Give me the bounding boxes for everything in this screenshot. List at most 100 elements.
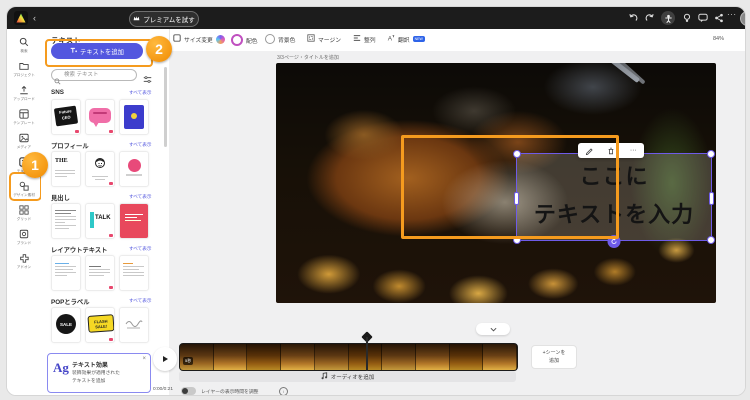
template-card[interactable]: [119, 307, 149, 343]
timeline-frame[interactable]: [247, 344, 282, 370]
promo-close-icon[interactable]: ×: [142, 356, 146, 362]
template-card[interactable]: [119, 151, 149, 187]
timeline-frame[interactable]: [281, 344, 315, 370]
translate-button[interactable]: A 翻訳 NEW: [387, 34, 425, 44]
headline-card-row: TALK: [51, 203, 149, 239]
align-icon: [353, 34, 361, 44]
template-card[interactable]: FLASH SALE!: [85, 307, 115, 343]
rail-item-upload[interactable]: アップロード: [7, 81, 41, 105]
timeline-frame[interactable]: [382, 344, 416, 370]
template-card[interactable]: [119, 255, 149, 291]
timeline-frame[interactable]: [213, 344, 248, 370]
timeline-filmstrip[interactable]: [179, 343, 518, 371]
timeline-frame[interactable]: [483, 344, 517, 370]
template-card[interactable]: [85, 151, 115, 187]
template-card[interactable]: SALE: [51, 307, 81, 343]
upload-icon: [19, 85, 29, 95]
template-card[interactable]: [51, 203, 81, 239]
premium-button[interactable]: プレミアムを試す: [129, 11, 199, 27]
resize-label: サイズ変更: [184, 37, 213, 44]
color-scheme-label: 配色: [246, 38, 258, 45]
sns-show-all-link[interactable]: すべて表示: [129, 90, 151, 96]
more-options-icon[interactable]: ···: [727, 10, 737, 19]
left-rail: 検索 プロジェクト アップロード テンプレート メディア Tテキスト デザイン素…: [7, 29, 42, 395]
template-card[interactable]: [51, 255, 81, 291]
template-card[interactable]: [119, 203, 149, 239]
timeline-frame[interactable]: [449, 344, 484, 370]
template-card[interactable]: Future CEO: [51, 99, 81, 135]
template-card[interactable]: [119, 99, 149, 135]
rail-item-addons[interactable]: アドオン: [7, 249, 41, 273]
play-button[interactable]: [153, 347, 177, 371]
add-scene-button[interactable]: +シーンを 追加: [531, 345, 577, 369]
template-card[interactable]: THE: [51, 151, 81, 187]
profile-show-all-link[interactable]: すべて表示: [129, 142, 151, 148]
layer-visibility-toggle[interactable]: [181, 387, 196, 395]
rail-item-brand[interactable]: ブランド: [7, 225, 41, 249]
template-card[interactable]: [85, 99, 115, 135]
resize-button[interactable]: サイズ変更: [173, 34, 225, 44]
text-effects-promo[interactable]: Ag テキスト効果 装飾効果が適用された テキストを追加 ×: [47, 353, 151, 393]
selection-handle[interactable]: [707, 236, 715, 244]
accessibility-icon[interactable]: [661, 11, 675, 25]
panel-scrollbar[interactable]: [164, 67, 167, 147]
selection-side-handle[interactable]: [709, 192, 714, 205]
sns-card-row: Future CEO: [51, 99, 149, 135]
info-icon[interactable]: i: [279, 387, 288, 395]
back-chevron-icon[interactable]: ‹: [33, 7, 36, 29]
folder-icon: [19, 61, 29, 71]
clip-duration-badge: 5秒: [183, 357, 194, 365]
pop-show-all-link[interactable]: すべて表示: [129, 298, 151, 304]
margin-label: マージン: [318, 37, 342, 44]
rail-item-grid[interactable]: グリッド: [7, 201, 41, 225]
timeline-frame[interactable]: [415, 344, 450, 370]
layer-more-icon[interactable]: ···: [630, 147, 637, 154]
lightbulb-icon[interactable]: [681, 12, 693, 24]
top-bar: ‹ プレミアムを試す ···: [7, 7, 745, 29]
zoom-level[interactable]: 84%: [713, 36, 724, 42]
background-color-button[interactable]: 背景色: [265, 34, 295, 44]
section-pop-labels: POPとラベル: [51, 299, 90, 306]
rail-item-search[interactable]: 検索: [7, 33, 41, 57]
search-icon: [19, 37, 29, 47]
avatar[interactable]: [740, 11, 745, 26]
promo-title: テキスト効果: [72, 363, 108, 369]
timeline-frame[interactable]: [314, 344, 349, 370]
rail-item-media[interactable]: メディア: [7, 129, 41, 153]
headline-show-all-link[interactable]: すべて表示: [129, 194, 151, 200]
collapse-timeline-button[interactable]: [476, 323, 510, 335]
margin-icon: [307, 34, 315, 44]
adobe-express-logo-icon[interactable]: [14, 11, 28, 30]
resize-icon: [173, 34, 181, 44]
svg-text:A: A: [388, 35, 393, 42]
layout-show-all-link[interactable]: すべて表示: [129, 246, 151, 252]
color-scheme-icon: [231, 34, 243, 46]
comment-icon[interactable]: [697, 12, 709, 24]
translate-icon: A: [387, 34, 395, 44]
template-card[interactable]: [85, 255, 115, 291]
color-scheme-button[interactable]: 配色: [231, 34, 258, 46]
align-button[interactable]: 整列: [353, 34, 376, 44]
text-panel: テキスト × テキストを追加 SNS すべて表示 Future CEO プロフィ…: [41, 29, 170, 395]
search-input[interactable]: [51, 69, 137, 81]
align-label: 整列: [364, 37, 376, 44]
selection-handle[interactable]: [707, 150, 715, 158]
step2-callout-box: [45, 39, 153, 67]
promo-desc2: テキストを追加: [72, 379, 106, 384]
undo-icon[interactable]: [627, 12, 639, 24]
grid-icon: [19, 204, 29, 215]
app-window: ‹ プレミアムを試す ··· サイズ変更 配色 背景色 マージン 整列 A 翻訳…: [6, 6, 746, 396]
addons-icon: [19, 253, 29, 263]
redo-icon[interactable]: [644, 12, 656, 24]
share-icon[interactable]: [713, 12, 725, 24]
margin-button[interactable]: マージン: [307, 34, 341, 44]
filter-icon[interactable]: [143, 71, 152, 89]
profile-card-row: THE: [51, 151, 149, 187]
rail-item-templates[interactable]: テンプレート: [7, 105, 41, 129]
step-annotation-rectangle: [401, 135, 619, 239]
add-audio-button[interactable]: オーディオを追加: [179, 371, 516, 382]
crown-icon: [133, 15, 140, 23]
template-card[interactable]: TALK: [85, 203, 115, 239]
rail-item-projects[interactable]: プロジェクト: [7, 57, 41, 81]
premium-button-label: プレミアムを試す: [143, 17, 195, 24]
